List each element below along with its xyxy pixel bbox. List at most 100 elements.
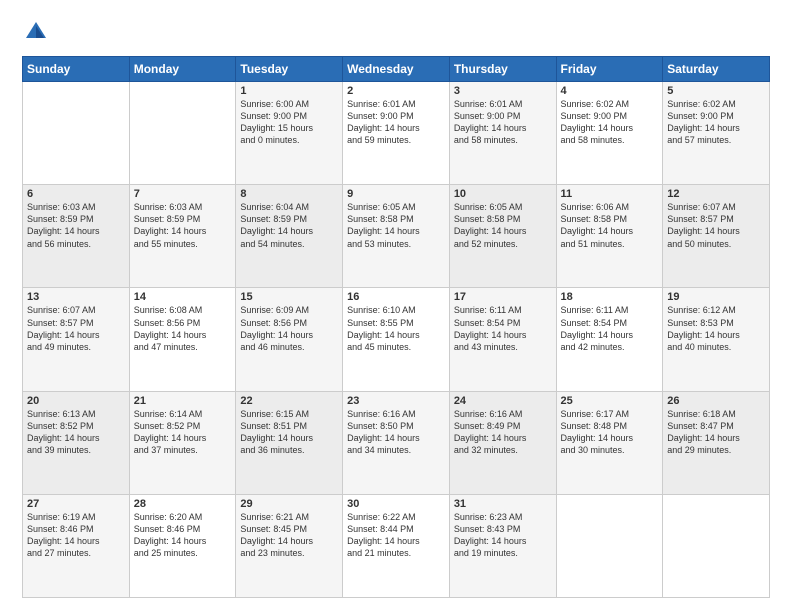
calendar-cell: 17Sunrise: 6:11 AM Sunset: 8:54 PM Dayli… [449,288,556,391]
calendar-cell: 11Sunrise: 6:06 AM Sunset: 8:58 PM Dayli… [556,185,663,288]
week-row-2: 6Sunrise: 6:03 AM Sunset: 8:59 PM Daylig… [23,185,770,288]
day-number: 13 [27,291,125,303]
day-info: Sunrise: 6:23 AM Sunset: 8:43 PM Dayligh… [454,511,552,560]
day-number: 20 [27,395,125,407]
calendar-cell: 27Sunrise: 6:19 AM Sunset: 8:46 PM Dayli… [23,494,130,597]
week-row-5: 27Sunrise: 6:19 AM Sunset: 8:46 PM Dayli… [23,494,770,597]
day-info: Sunrise: 6:08 AM Sunset: 8:56 PM Dayligh… [134,304,232,353]
calendar: SundayMondayTuesdayWednesdayThursdayFrid… [22,56,770,598]
day-info: Sunrise: 6:12 AM Sunset: 8:53 PM Dayligh… [667,304,765,353]
day-info: Sunrise: 6:06 AM Sunset: 8:58 PM Dayligh… [561,201,659,250]
day-info: Sunrise: 6:20 AM Sunset: 8:46 PM Dayligh… [134,511,232,560]
day-number: 6 [27,188,125,200]
day-info: Sunrise: 6:11 AM Sunset: 8:54 PM Dayligh… [561,304,659,353]
day-number: 18 [561,291,659,303]
calendar-cell: 16Sunrise: 6:10 AM Sunset: 8:55 PM Dayli… [343,288,450,391]
calendar-cell: 30Sunrise: 6:22 AM Sunset: 8:44 PM Dayli… [343,494,450,597]
weekday-thursday: Thursday [449,57,556,82]
day-number: 5 [667,85,765,97]
day-number: 16 [347,291,445,303]
page: SundayMondayTuesdayWednesdayThursdayFrid… [0,0,792,612]
day-info: Sunrise: 6:21 AM Sunset: 8:45 PM Dayligh… [240,511,338,560]
day-info: Sunrise: 6:02 AM Sunset: 9:00 PM Dayligh… [561,98,659,147]
logo-icon [22,18,50,46]
day-number: 12 [667,188,765,200]
weekday-tuesday: Tuesday [236,57,343,82]
logo [22,18,54,46]
day-info: Sunrise: 6:17 AM Sunset: 8:48 PM Dayligh… [561,408,659,457]
calendar-cell: 22Sunrise: 6:15 AM Sunset: 8:51 PM Dayli… [236,391,343,494]
day-number: 17 [454,291,552,303]
day-info: Sunrise: 6:18 AM Sunset: 8:47 PM Dayligh… [667,408,765,457]
day-number: 29 [240,498,338,510]
day-info: Sunrise: 6:09 AM Sunset: 8:56 PM Dayligh… [240,304,338,353]
weekday-header-row: SundayMondayTuesdayWednesdayThursdayFrid… [23,57,770,82]
day-info: Sunrise: 6:01 AM Sunset: 9:00 PM Dayligh… [347,98,445,147]
calendar-cell: 8Sunrise: 6:04 AM Sunset: 8:59 PM Daylig… [236,185,343,288]
day-number: 4 [561,85,659,97]
day-number: 26 [667,395,765,407]
calendar-cell: 13Sunrise: 6:07 AM Sunset: 8:57 PM Dayli… [23,288,130,391]
day-number: 10 [454,188,552,200]
calendar-cell: 18Sunrise: 6:11 AM Sunset: 8:54 PM Dayli… [556,288,663,391]
day-number: 23 [347,395,445,407]
day-info: Sunrise: 6:22 AM Sunset: 8:44 PM Dayligh… [347,511,445,560]
calendar-cell: 7Sunrise: 6:03 AM Sunset: 8:59 PM Daylig… [129,185,236,288]
day-number: 11 [561,188,659,200]
day-number: 25 [561,395,659,407]
week-row-1: 1Sunrise: 6:00 AM Sunset: 9:00 PM Daylig… [23,82,770,185]
weekday-friday: Friday [556,57,663,82]
day-info: Sunrise: 6:04 AM Sunset: 8:59 PM Dayligh… [240,201,338,250]
day-number: 22 [240,395,338,407]
day-info: Sunrise: 6:19 AM Sunset: 8:46 PM Dayligh… [27,511,125,560]
calendar-cell: 19Sunrise: 6:12 AM Sunset: 8:53 PM Dayli… [663,288,770,391]
day-number: 9 [347,188,445,200]
week-row-4: 20Sunrise: 6:13 AM Sunset: 8:52 PM Dayli… [23,391,770,494]
day-info: Sunrise: 6:16 AM Sunset: 8:50 PM Dayligh… [347,408,445,457]
weekday-wednesday: Wednesday [343,57,450,82]
day-info: Sunrise: 6:16 AM Sunset: 8:49 PM Dayligh… [454,408,552,457]
calendar-cell: 21Sunrise: 6:14 AM Sunset: 8:52 PM Dayli… [129,391,236,494]
calendar-cell: 6Sunrise: 6:03 AM Sunset: 8:59 PM Daylig… [23,185,130,288]
day-info: Sunrise: 6:03 AM Sunset: 8:59 PM Dayligh… [134,201,232,250]
calendar-cell [663,494,770,597]
day-info: Sunrise: 6:02 AM Sunset: 9:00 PM Dayligh… [667,98,765,147]
day-info: Sunrise: 6:05 AM Sunset: 8:58 PM Dayligh… [347,201,445,250]
calendar-cell: 20Sunrise: 6:13 AM Sunset: 8:52 PM Dayli… [23,391,130,494]
header [22,18,770,46]
calendar-cell: 1Sunrise: 6:00 AM Sunset: 9:00 PM Daylig… [236,82,343,185]
weekday-sunday: Sunday [23,57,130,82]
calendar-cell: 4Sunrise: 6:02 AM Sunset: 9:00 PM Daylig… [556,82,663,185]
calendar-cell [23,82,130,185]
day-number: 14 [134,291,232,303]
day-info: Sunrise: 6:14 AM Sunset: 8:52 PM Dayligh… [134,408,232,457]
calendar-cell: 26Sunrise: 6:18 AM Sunset: 8:47 PM Dayli… [663,391,770,494]
calendar-cell: 31Sunrise: 6:23 AM Sunset: 8:43 PM Dayli… [449,494,556,597]
day-number: 2 [347,85,445,97]
day-number: 27 [27,498,125,510]
day-info: Sunrise: 6:13 AM Sunset: 8:52 PM Dayligh… [27,408,125,457]
week-row-3: 13Sunrise: 6:07 AM Sunset: 8:57 PM Dayli… [23,288,770,391]
day-info: Sunrise: 6:00 AM Sunset: 9:00 PM Dayligh… [240,98,338,147]
weekday-monday: Monday [129,57,236,82]
day-number: 19 [667,291,765,303]
day-number: 30 [347,498,445,510]
day-number: 31 [454,498,552,510]
calendar-cell: 12Sunrise: 6:07 AM Sunset: 8:57 PM Dayli… [663,185,770,288]
calendar-cell: 2Sunrise: 6:01 AM Sunset: 9:00 PM Daylig… [343,82,450,185]
day-number: 1 [240,85,338,97]
day-number: 7 [134,188,232,200]
calendar-cell: 9Sunrise: 6:05 AM Sunset: 8:58 PM Daylig… [343,185,450,288]
weekday-saturday: Saturday [663,57,770,82]
day-info: Sunrise: 6:07 AM Sunset: 8:57 PM Dayligh… [667,201,765,250]
day-info: Sunrise: 6:05 AM Sunset: 8:58 PM Dayligh… [454,201,552,250]
calendar-cell: 10Sunrise: 6:05 AM Sunset: 8:58 PM Dayli… [449,185,556,288]
calendar-cell [556,494,663,597]
calendar-cell [129,82,236,185]
calendar-cell: 29Sunrise: 6:21 AM Sunset: 8:45 PM Dayli… [236,494,343,597]
calendar-cell: 28Sunrise: 6:20 AM Sunset: 8:46 PM Dayli… [129,494,236,597]
day-number: 28 [134,498,232,510]
calendar-cell: 5Sunrise: 6:02 AM Sunset: 9:00 PM Daylig… [663,82,770,185]
calendar-cell: 3Sunrise: 6:01 AM Sunset: 9:00 PM Daylig… [449,82,556,185]
day-info: Sunrise: 6:03 AM Sunset: 8:59 PM Dayligh… [27,201,125,250]
